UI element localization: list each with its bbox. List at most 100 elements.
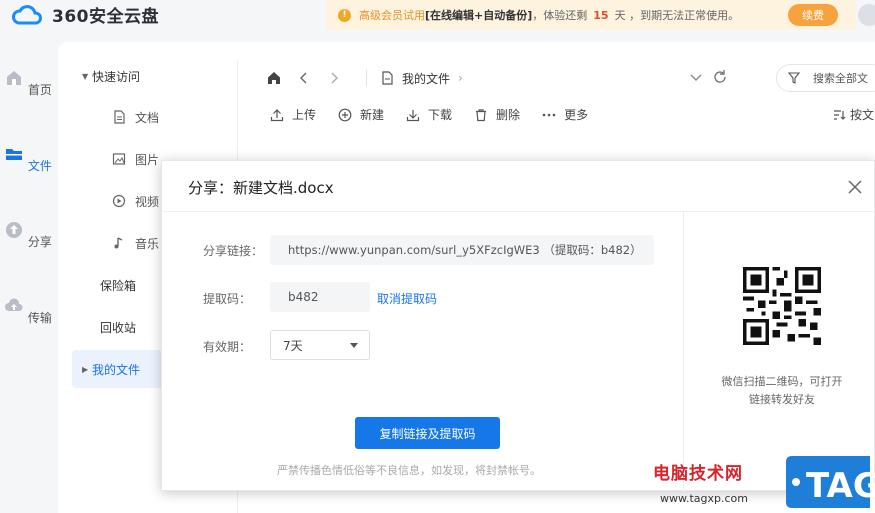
left-nav: 首页 文件 分享 传输 <box>0 40 56 513</box>
share-link-label: 分享链接： <box>203 244 264 258</box>
back-button[interactable] <box>296 70 312 86</box>
plus-circle-icon <box>338 108 352 121</box>
dialog-title: 分享：新建文档.docx <box>188 179 334 197</box>
notice-expiry: 天 ，到期无法正常使用。 <box>614 9 740 22</box>
tree-item-my-files[interactable]: ▶ 我的文件 <box>72 350 162 388</box>
sort-icon <box>834 109 846 120</box>
svg-text:TAG: TAG <box>806 466 875 506</box>
tree-item-videos[interactable]: 视频 <box>112 182 159 220</box>
notice-days: 15 <box>593 8 609 22</box>
upload-label: 上传 <box>292 108 317 122</box>
tree-item-quick-access[interactable]: ▼ 快速访问 <box>72 57 140 95</box>
avatar[interactable] <box>858 4 875 26</box>
dialog-divider <box>683 212 684 492</box>
validity-value: 7天 <box>283 338 303 353</box>
caret-down-icon <box>350 343 358 348</box>
tree-item-docs[interactable]: 文档 <box>112 98 159 136</box>
nav-label-transfer: 传输 <box>27 311 52 325</box>
image-icon <box>112 153 126 165</box>
tree-item-recycle[interactable]: 回收站 <box>72 308 136 346</box>
qr-hint-line1: 微信扫描二维码，可打开 <box>721 375 843 388</box>
path-bar: 我的文件 › <box>266 66 463 90</box>
tree-label-images: 图片 <box>135 152 160 167</box>
watermark-url: www.tagxp.com <box>660 492 748 505</box>
download-label: 下载 <box>428 108 453 122</box>
download-icon <box>406 109 420 121</box>
dialog-header: 分享：新建文档.docx <box>162 161 875 212</box>
file-icon <box>382 71 393 85</box>
trial-notice: ! 高级会员试用 [在线编辑+自动备份] ，体验还剩 15 天 ，到期无法正常使… <box>326 0 856 30</box>
cloud-logo-icon <box>12 4 43 24</box>
delete-button[interactable]: 删除 <box>474 106 520 123</box>
renew-button[interactable]: 续费 <box>788 4 838 26</box>
validity-select[interactable]: 7天 <box>270 330 370 360</box>
nav-label-files: 文件 <box>27 159 52 173</box>
tree-item-images[interactable]: 图片 <box>112 140 159 178</box>
filter-icon[interactable] <box>787 72 801 84</box>
tree-item-safe[interactable]: 保险箱 <box>72 266 136 304</box>
search-input[interactable]: 搜索全部文 <box>776 64 875 92</box>
notice-features: [在线编辑+自动备份] <box>425 9 533 22</box>
search-placeholder: 搜索全部文 <box>813 72 868 85</box>
notice-remaining: ，体验还剩 <box>532 9 588 22</box>
nav-item-transfer[interactable]: 传输 <box>0 296 56 326</box>
tree-label-videos: 视频 <box>135 194 160 209</box>
video-icon <box>112 194 126 208</box>
sort-label: 按文 <box>850 108 875 122</box>
nav-label-share: 分享 <box>27 235 52 249</box>
collapsed-triangle-icon: ▶ <box>82 364 89 374</box>
extract-code-field[interactable]: b482 <box>270 282 370 312</box>
app-name: 360安全云盘 <box>52 7 159 27</box>
nav-item-files[interactable]: 文件 <box>0 144 56 174</box>
qr-hint-line2: 链接转发好友 <box>749 393 815 406</box>
upload-icon <box>270 108 284 121</box>
app-logo[interactable]: 360安全云盘 <box>10 2 159 27</box>
path-separator <box>366 70 367 86</box>
tree-label-music: 音乐 <box>135 236 160 251</box>
more-button[interactable]: 更多 <box>542 106 588 123</box>
new-button[interactable]: 新建 <box>338 106 384 123</box>
tag-logo-icon: TAG <box>786 456 875 508</box>
more-dots-icon <box>542 113 556 116</box>
delete-label: 删除 <box>496 108 521 122</box>
more-label: 更多 <box>564 108 589 122</box>
tree-label-safe: 保险箱 <box>100 278 137 293</box>
upload-button[interactable]: 上传 <box>270 106 316 123</box>
share-icon <box>6 222 23 238</box>
download-button[interactable]: 下载 <box>406 106 452 123</box>
share-dialog: 分享：新建文档.docx 分享链接： https://www.yunpan.co… <box>161 160 875 492</box>
cancel-code-link[interactable]: 取消提取码 <box>377 290 437 307</box>
copy-link-button[interactable]: 复制链接及提取码 <box>355 417 500 449</box>
home-icon <box>7 71 22 85</box>
document-icon <box>114 110 125 124</box>
chevron-right-icon <box>331 72 338 84</box>
nav-label-home: 首页 <box>27 83 52 97</box>
home-icon <box>268 72 280 84</box>
new-label: 新建 <box>360 108 385 122</box>
extract-code-label: 提取码： <box>203 292 252 306</box>
folder-icon <box>6 149 23 160</box>
breadcrumb: 我的文件 › <box>381 70 463 87</box>
tree-label-my-files: 我的文件 <box>92 362 141 377</box>
qr-hint: 微信扫描二维码，可打开 链接转发好友 <box>702 373 862 409</box>
close-icon[interactable] <box>847 179 863 195</box>
tree-label-quick-access: 快速访问 <box>92 69 141 84</box>
content-warning: 严禁传播色情低俗等不良信息，如发现，将封禁帐号。 <box>277 464 541 477</box>
tree-label-recycle: 回收站 <box>100 320 137 335</box>
tree-item-music[interactable]: 音乐 <box>112 224 159 262</box>
sort-button[interactable]: 按文 <box>832 106 874 123</box>
chevron-down-icon[interactable] <box>688 68 704 86</box>
forward-button[interactable] <box>326 70 342 86</box>
nav-item-home[interactable]: 首页 <box>0 68 56 98</box>
chevron-left-icon <box>300 72 307 84</box>
notice-trial[interactable]: 高级会员试用 <box>359 7 425 23</box>
nav-item-share[interactable]: 分享 <box>0 220 56 250</box>
action-toolbar: 上传 新建 下载 删除 更多 <box>270 106 610 123</box>
music-icon <box>114 237 123 249</box>
breadcrumb-current[interactable]: 我的文件 <box>402 70 450 87</box>
share-link-field[interactable]: https://www.yunpan.com/surl_y5XFzcIgWE3 … <box>270 235 654 265</box>
tree-label-docs: 文档 <box>135 110 160 125</box>
refresh-icon[interactable] <box>712 68 728 86</box>
watermark-site-name: 电脑技术网 <box>653 464 743 484</box>
home-nav-button[interactable] <box>266 70 282 86</box>
